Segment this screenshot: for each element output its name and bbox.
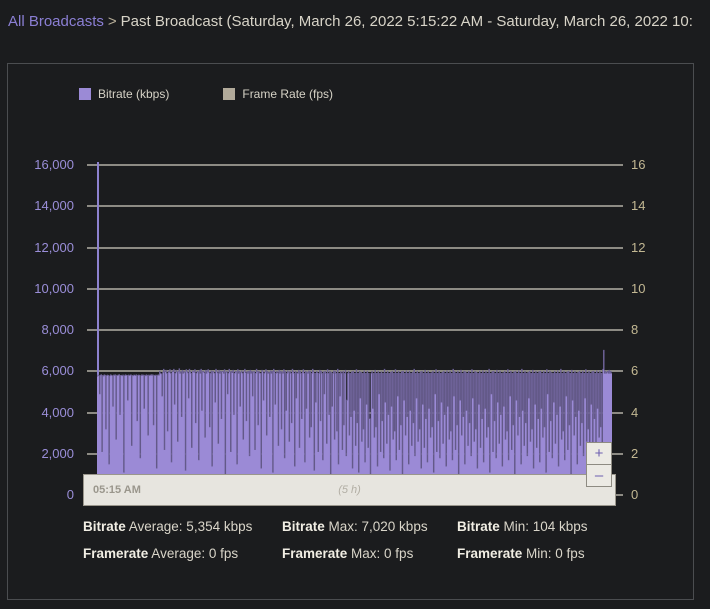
zoom-in-button[interactable]: + bbox=[587, 443, 611, 465]
timeline-scrubber[interactable]: 05:15 AM (5 h) bbox=[83, 474, 616, 506]
stat-metric-name: Framerate bbox=[282, 546, 348, 561]
tick-mark-left bbox=[87, 411, 97, 414]
stats-row: Bitrate Average: 5,354 kbps Bitrate Max: … bbox=[83, 519, 663, 534]
chart-plot-region[interactable]: 0 2,000 4,000 6,000 8,000 10,000 12,000 14,000 1… bbox=[8, 110, 693, 502]
left-axis-tick-label: 12,000 bbox=[34, 239, 74, 255]
right-axis-tick-label: 14 bbox=[631, 198, 646, 214]
left-axis-tick-label: 16,000 bbox=[34, 157, 74, 172]
right-axis-tick-label: 0 bbox=[631, 487, 639, 502]
stat-metric-name: Bitrate bbox=[282, 519, 325, 534]
tick-mark-right bbox=[613, 370, 623, 373]
chart-series-area bbox=[97, 165, 612, 495]
tick-mark-right bbox=[613, 411, 623, 414]
left-axis-tick-label: 4,000 bbox=[41, 404, 74, 420]
chart-zoom-controls[interactable]: + – bbox=[586, 442, 612, 487]
tick-mark-right bbox=[613, 287, 623, 290]
legend-swatch-bitrate-icon bbox=[79, 88, 91, 100]
tick-mark-right bbox=[613, 329, 623, 331]
left-axis-tick-label: 6,000 bbox=[41, 363, 74, 379]
right-axis-tick-label: 16 bbox=[631, 157, 646, 172]
stat-metric-name: Bitrate bbox=[457, 519, 500, 534]
breadcrumb-current-page: Past Broadcast (Saturday, March 26, 2022… bbox=[120, 13, 693, 30]
left-axis-tick-label: 10,000 bbox=[34, 280, 74, 296]
left-axis-tick-label: 2,000 bbox=[41, 445, 74, 461]
left-axis-tick-label: 8,000 bbox=[41, 322, 74, 337]
tick-mark-right bbox=[613, 452, 623, 455]
broadcast-statistics: Bitrate Average: 5,354 kbps Bitrate Max: … bbox=[83, 519, 663, 573]
broadcast-chart-card: Bitrate (kbps) Frame Rate (fps) 0 2,000 4,… bbox=[7, 63, 694, 600]
tick-mark-right bbox=[613, 246, 623, 249]
stat-metric-name: Bitrate bbox=[83, 519, 126, 534]
legend-swatch-frame-rate-icon bbox=[223, 88, 236, 100]
tick-mark-left bbox=[87, 287, 97, 290]
tick-mark-left bbox=[87, 246, 97, 249]
stat-bitrate: Bitrate Min: 104 kbps bbox=[457, 519, 588, 534]
chart-legend: Bitrate (kbps) Frame Rate (fps) bbox=[79, 88, 333, 100]
stat-bitrate: Bitrate Max: 7,020 kbps bbox=[282, 519, 428, 534]
left-axis-tick-label: 14,000 bbox=[34, 198, 74, 214]
right-axis-tick-label: 10 bbox=[631, 280, 646, 296]
stats-row: Framerate Average: 0 fps Framerate Max: 0… bbox=[83, 546, 663, 561]
stat-metric-name: Framerate bbox=[83, 546, 149, 561]
legend-item-frame-rate[interactable]: Frame Rate (fps) bbox=[223, 88, 333, 100]
tick-mark-left bbox=[87, 329, 97, 331]
right-axis-tick-label: 2 bbox=[631, 445, 639, 461]
zoom-out-button[interactable]: – bbox=[587, 465, 611, 486]
stat-framerate: Framerate Max: 0 fps bbox=[282, 546, 414, 561]
tick-mark-right bbox=[613, 205, 623, 208]
tick-mark-left bbox=[87, 452, 97, 455]
stat-bitrate: Bitrate Average: 5,354 kbps bbox=[83, 519, 253, 534]
right-axis-tick-label: 6 bbox=[631, 363, 639, 379]
right-axis-tick-label: 4 bbox=[631, 404, 639, 420]
tick-mark-left bbox=[87, 164, 97, 166]
breadcrumb: All Broadcasts > Past Broadcast (Saturday,… bbox=[8, 12, 710, 32]
legend-item-bitrate[interactable]: Bitrate (kbps) bbox=[79, 88, 169, 100]
stat-metric-name: Framerate bbox=[457, 546, 523, 561]
right-axis-tick-label: 8 bbox=[631, 322, 639, 337]
scrubber-duration: (5 h) bbox=[338, 484, 361, 496]
breadcrumb-separator: > bbox=[107, 13, 117, 30]
stat-framerate: Framerate Min: 0 fps bbox=[457, 546, 585, 561]
tick-mark-left bbox=[87, 370, 97, 373]
breadcrumb-link-all-broadcasts[interactable]: All Broadcasts bbox=[8, 13, 104, 30]
tick-mark-right bbox=[613, 164, 623, 166]
right-axis-tick-label: 12 bbox=[631, 239, 646, 255]
tick-mark-left bbox=[87, 205, 97, 208]
left-axis-tick-label: 0 bbox=[66, 487, 74, 502]
bitrate-area-series bbox=[97, 349, 612, 495]
legend-label-frame-rate: Frame Rate (fps) bbox=[242, 87, 334, 101]
stat-framerate: Framerate Average: 0 fps bbox=[83, 546, 239, 561]
legend-label-bitrate: Bitrate (kbps) bbox=[98, 87, 170, 101]
